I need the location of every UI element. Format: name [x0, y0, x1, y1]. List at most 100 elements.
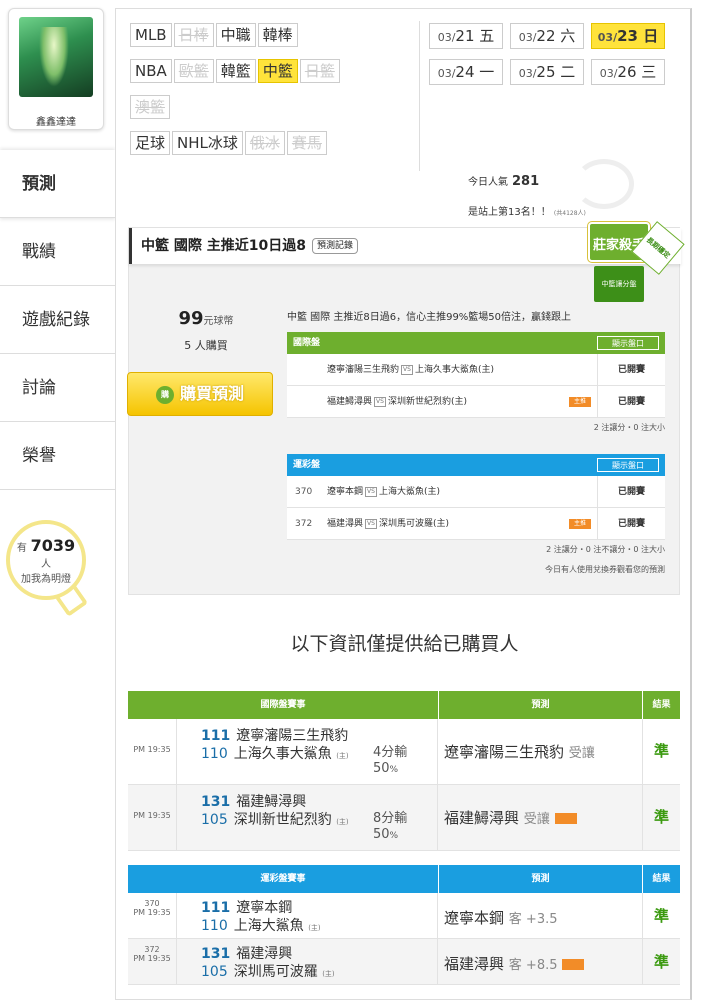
date-weekday: 五: [479, 27, 495, 45]
team-name: 遼寧瀋陽三生飛豹: [236, 728, 349, 744]
prediction-cell: 遼寧瀋陽三生飛豹 受讓: [444, 741, 595, 762]
results-intl-header: 國際盤賽事 預測 結果: [128, 691, 680, 719]
date-day: 26: [617, 63, 637, 81]
redeem-note: 今日有人使用兌換券觀看您的預測: [287, 560, 665, 580]
badge-sub: 中籃讓分盤: [594, 266, 644, 302]
matchup: 遼寧瀋陽三生飛豹 VS 上海久事大鯊魚(主): [327, 354, 494, 386]
date-0326[interactable]: 03/26 三: [591, 59, 665, 85]
chip-au-basketball: 澳籃: [130, 95, 171, 119]
table-row: 370 遼寧本鋼 VS 上海大鯊魚(主) 已開賽: [287, 476, 665, 508]
chip-soccer[interactable]: 足球: [130, 131, 171, 155]
avatar[interactable]: [19, 17, 93, 97]
col-result: 結果: [642, 691, 680, 719]
date-month: 03/: [437, 67, 456, 80]
intl-table-header: 國際盤 顯示盤口: [287, 332, 665, 354]
odds-pct-sign: %: [389, 765, 399, 775]
teams-cell: 111 遼寧本鋼 110 上海大鯊魚 (主): [176, 893, 438, 938]
matchup: 福建潯興 VS 深圳馬可波羅(主): [327, 508, 449, 540]
result-cell: 準: [642, 719, 680, 784]
chip-nba[interactable]: NBA: [130, 59, 172, 83]
vs-icon: VS: [365, 486, 377, 497]
card-header: 中籃 國際 主推近10日過8 預測記錄 莊家殺手 中籃讓分盤 長期穩定: [129, 221, 685, 302]
filter-row-2: NBA 歐籃 韓籃 中籃 日籃: [130, 59, 342, 89]
nav-item-record[interactable]: 戰績: [0, 218, 115, 286]
col-prediction: 預測: [438, 865, 642, 893]
chip-cpbl[interactable]: 中職: [215, 23, 256, 47]
filter-row-3: 澳籃: [130, 95, 172, 125]
vs-icon: VS: [365, 518, 377, 529]
team-number: 105: [201, 812, 228, 828]
date-weekday: 一: [479, 63, 495, 81]
nav-item-predict[interactable]: 預測: [0, 150, 115, 218]
date-month: 03/: [437, 31, 456, 44]
chip-kbo[interactable]: 韓棒: [257, 23, 298, 47]
prediction-cell: 福建鱘潯興 受讓: [444, 807, 577, 828]
odds: 4分輸 50%: [373, 745, 407, 778]
chip-mlb[interactable]: MLB: [130, 23, 172, 47]
site-rank: 是站上第13名！！ (共4128人): [468, 203, 586, 218]
show-odds-button[interactable]: 顯示盤口: [597, 458, 659, 472]
vs-icon: VS: [401, 364, 413, 375]
chip-kr-basketball[interactable]: 韓籃: [215, 59, 256, 83]
user-name[interactable]: 鑫鑫達達: [9, 113, 103, 128]
status: 已開賽: [597, 354, 665, 386]
nav-item-honor[interactable]: 榮譽: [0, 422, 115, 490]
chip-nhl[interactable]: NHL冰球: [172, 131, 243, 155]
buyers-count: 5 人購買: [184, 339, 228, 352]
date-month: 03/: [597, 31, 618, 44]
buy-prediction-button[interactable]: 購購買預測: [127, 372, 273, 416]
team-name: 深圳新世紀烈豹: [233, 812, 332, 828]
teams-cell: 131 福建鱘潯興 105 深圳新世紀烈豹 (主) 8分輸 50%: [176, 785, 438, 850]
date-0323[interactable]: 03/23 日: [591, 23, 665, 49]
main-panel: MLB 日棒 中職 韓棒 NBA 歐籃 韓籃 中籃 日籃 澳籃 足球 NHL冰球 俄冰 賽馬 03/…: [115, 8, 692, 1000]
intl-table: 國際盤 顯示盤口 遼寧瀋陽三生飛豹 VS 上海久事大鯊魚(主) 已開賽 福建鱘潯興 VS…: [287, 332, 665, 438]
team-name: 上海久事大鯊魚: [233, 746, 332, 762]
teams-cell: 131 福建潯興 105 深圳馬可波羅 (主): [176, 939, 438, 984]
chip-cba[interactable]: 中籃: [257, 59, 298, 83]
main-pick-badge: [554, 813, 577, 824]
date-0321[interactable]: 03/21 五: [429, 23, 503, 49]
odds-pct: 50: [373, 761, 390, 776]
pred-team: 遼寧本鋼: [444, 909, 505, 927]
table-row: 372 PM 19:35 131 福建潯興 105 深圳馬可波羅 (主) 福建潯興 客…: [128, 939, 680, 985]
date-day: 24: [455, 63, 475, 81]
teams-cell: 111 遼寧瀋陽三生飛豹 110 上海久事大鯊魚 (主) 4分輸 50%: [176, 719, 438, 784]
date-month: 03/: [599, 67, 618, 80]
prediction-record-button[interactable]: 預測記錄: [311, 238, 358, 254]
matchup: 福建鱘潯興 VS 深圳新世紀烈豹(主): [327, 386, 467, 418]
date-0324[interactable]: 03/24 一: [429, 59, 503, 85]
sidebar: 鑫鑫達達 預測 戰績 遊戲紀錄 討論 榮譽 有 7039 人 加我為明燈: [0, 0, 115, 1000]
pred-note: 客 +3.5: [508, 912, 558, 927]
date-month: 03/: [518, 31, 537, 44]
nav-item-game-log[interactable]: 遊戲紀錄: [0, 286, 115, 354]
team-line: 131 福建潯興: [201, 943, 292, 963]
status: 已開賽: [597, 476, 665, 508]
team-number: 105: [201, 964, 228, 980]
pred-team: 福建鱘潯興: [444, 809, 520, 827]
main-pick-badge: 主推: [569, 397, 591, 407]
pred-note: 客 +8.5: [508, 958, 558, 973]
lottery-table: 運彩盤 顯示盤口 370 遼寧本鋼 VS 上海大鯊魚(主) 已開賽 372 福建潯興 V…: [287, 454, 665, 580]
pred-note: 受讓: [523, 812, 550, 827]
nav-item-discussion[interactable]: 討論: [0, 354, 115, 422]
filter-row-4: 足球 NHL冰球 俄冰 賽馬: [130, 131, 329, 161]
away-team: 遼寧瀋陽三生飛豹: [327, 365, 400, 375]
table-row: 372 福建潯興 VS 深圳馬可波羅(主) 主推 已開賽: [287, 508, 665, 540]
prediction-summary: 中籃 國際 主推近8日過6，信心主推99%籃場50倍注，贏錢跟上: [287, 312, 572, 323]
team-line: 110 上海大鯊魚 (主): [201, 915, 321, 935]
date-0322[interactable]: 03/22 六: [510, 23, 584, 49]
main-pick-badge: [562, 959, 585, 970]
home-team: 深圳新世紀烈豹(主): [387, 397, 467, 407]
team-number: 110: [201, 918, 228, 934]
table-row: PM 19:35 131 福建鱘潯興 105 深圳新世紀烈豹 (主) 8分輸 50% …: [128, 785, 680, 851]
fans-prefix: 有: [16, 543, 27, 554]
team-line: 110 上海久事大鯊魚 (主): [201, 743, 349, 763]
show-odds-button[interactable]: 顯示盤口: [597, 336, 659, 350]
date-0325[interactable]: 03/25 二: [510, 59, 584, 85]
away-team: 福建潯興: [327, 519, 364, 529]
home-tag: (主): [322, 970, 335, 978]
results-lottery-table: 運彩盤賽事 預測 結果 370 PM 19:35 111 遼寧本鋼 110 上海大鯊魚…: [128, 865, 680, 985]
user-card[interactable]: 鑫鑫達達: [8, 8, 104, 130]
game-number: 370: [295, 487, 313, 497]
table-row: 遼寧瀋陽三生飛豹 VS 上海久事大鯊魚(主) 已開賽: [287, 354, 665, 386]
